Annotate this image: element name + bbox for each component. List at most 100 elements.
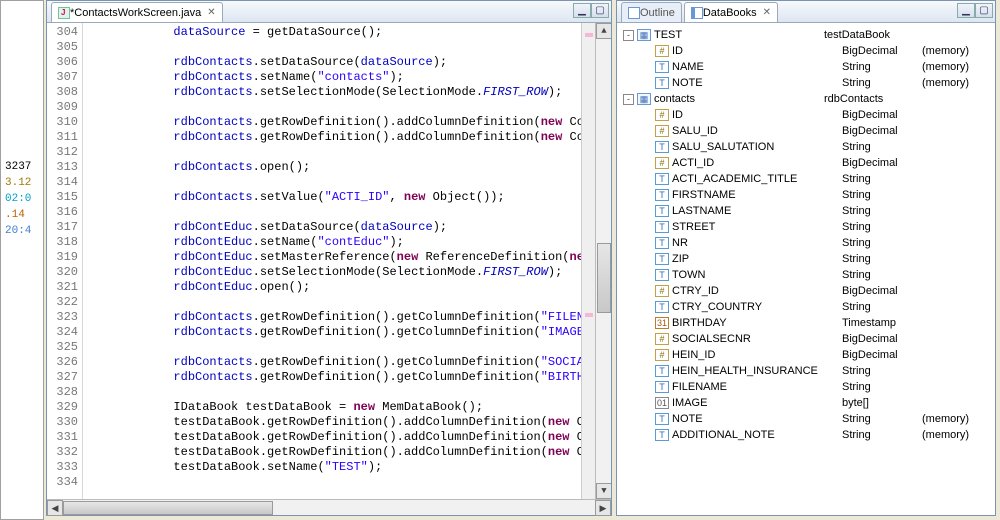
tree-row[interactable]: THEIN_HEALTH_INSURANCEString [619, 363, 993, 379]
tree-row[interactable]: TTOWNString [619, 267, 993, 283]
editor-tabbar: *ContactsWorkScreen.java ✕ ▁ ▢ [47, 1, 611, 23]
tree-item-type: BigDecimal [842, 45, 922, 57]
overview-marker[interactable] [585, 33, 593, 37]
tree-row[interactable]: TCTRY_COUNTRYString [619, 299, 993, 315]
tree-item-type: String [842, 237, 922, 249]
tree-item-type: testDataBook [824, 29, 904, 41]
maximize-view-button[interactable]: ▢ [975, 3, 993, 18]
tree-item-type: BigDecimal [842, 349, 922, 361]
tree-row[interactable]: TNOTEString(memory) [619, 411, 993, 427]
tree-row[interactable]: #SOCIALSECNRBigDecimal [619, 331, 993, 347]
minimize-view-button[interactable]: ▁ [957, 3, 975, 18]
tree-item-name: TEST [654, 29, 824, 41]
scroll-right-arrow[interactable]: ▶ [595, 500, 611, 516]
tree-item-name: HEIN_ID [672, 349, 842, 361]
gutter-text: 20:4 [5, 225, 31, 237]
tree-item-name: SALU_SALUTATION [672, 141, 842, 153]
scroll-down-arrow[interactable]: ▼ [596, 483, 611, 499]
tree-item-type: byte[] [842, 397, 922, 409]
editor-tab-contactsworkscreen[interactable]: *ContactsWorkScreen.java ✕ [51, 2, 223, 22]
tree-item-type: Timestamp [842, 317, 922, 329]
tree-item-name: HEIN_HEALTH_INSURANCE [672, 365, 842, 377]
close-icon[interactable]: ✕ [207, 7, 215, 18]
tree-row[interactable]: TACTI_ACADEMIC_TITLEString [619, 171, 993, 187]
tree-row[interactable]: -▦contactsrdbContacts [619, 91, 993, 107]
tree-item-name: ACTI_ID [672, 157, 842, 169]
overview-marker[interactable] [585, 313, 593, 317]
outline-icon [628, 7, 640, 19]
vertical-scrollbar[interactable]: ▲ ▼ [595, 23, 611, 499]
tree-row[interactable]: TZIPString [619, 251, 993, 267]
num-type-icon: # [655, 125, 669, 137]
tab-outline[interactable]: Outline [621, 2, 682, 22]
overview-ruler[interactable] [581, 23, 595, 499]
tree-row[interactable]: TFILENAMEString [619, 379, 993, 395]
tree-row[interactable]: #CTRY_IDBigDecimal [619, 283, 993, 299]
txt-type-icon: T [655, 205, 669, 217]
databook-icon: ▦ [637, 29, 651, 41]
tree-row[interactable]: TSTREETString [619, 219, 993, 235]
bin-type-icon: 01 [655, 397, 669, 409]
tree-row[interactable]: TADDITIONAL_NOTEString(memory) [619, 427, 993, 443]
txt-type-icon: T [655, 365, 669, 377]
tree-expander[interactable]: - [623, 94, 634, 105]
txt-type-icon: T [655, 189, 669, 201]
tree-item-type: String [842, 413, 922, 425]
tree-item-type: String [842, 141, 922, 153]
tree-expander[interactable]: - [623, 30, 634, 41]
databooks-tree[interactable]: -▦TESTtestDataBook#IDBigDecimal(memory)T… [617, 23, 995, 515]
tree-row[interactable]: #IDBigDecimal(memory) [619, 43, 993, 59]
tree-item-type: String [842, 365, 922, 377]
tree-item-name: NR [672, 237, 842, 249]
tree-item-name: NOTE [672, 413, 842, 425]
tree-item-type: BigDecimal [842, 285, 922, 297]
tree-item-name: NAME [672, 61, 842, 73]
tree-item-name: LASTNAME [672, 205, 842, 217]
tree-row[interactable]: TFIRSTNAMEString [619, 187, 993, 203]
tree-item-name: ID [672, 109, 842, 121]
tree-item-type: String [842, 189, 922, 201]
tree-item-name: CTRY_COUNTRY [672, 301, 842, 313]
tree-item-type: String [842, 221, 922, 233]
tree-row[interactable]: 01IMAGEbyte[] [619, 395, 993, 411]
tree-row[interactable]: TSALU_SALUTATIONString [619, 139, 993, 155]
tree-item-type: rdbContacts [824, 93, 904, 105]
close-icon[interactable]: ✕ [763, 7, 771, 18]
gutter-text: .14 [5, 209, 25, 221]
tree-row[interactable]: #ACTI_IDBigDecimal [619, 155, 993, 171]
tree-item-type: String [842, 173, 922, 185]
txt-type-icon: T [655, 253, 669, 265]
tree-row[interactable]: #SALU_IDBigDecimal [619, 123, 993, 139]
num-type-icon: # [655, 285, 669, 297]
vertical-scroll-thumb[interactable] [597, 243, 611, 313]
tree-row[interactable]: TLASTNAMEString [619, 203, 993, 219]
tree-row[interactable]: TNOTEString(memory) [619, 75, 993, 91]
tree-item-type: String [842, 77, 922, 89]
tree-item-name: BIRTHDAY [672, 317, 842, 329]
tree-item-type: String [842, 301, 922, 313]
tree-item-memory: (memory) [922, 77, 969, 89]
scroll-left-arrow[interactable]: ◀ [47, 500, 63, 516]
tree-row[interactable]: -▦TESTtestDataBook [619, 27, 993, 43]
tree-row[interactable]: TNRString [619, 235, 993, 251]
tree-row[interactable]: #HEIN_IDBigDecimal [619, 347, 993, 363]
maximize-view-button[interactable]: ▢ [591, 3, 609, 18]
editor-tab-label: *ContactsWorkScreen.java [70, 7, 201, 19]
tab-databooks[interactable]: DataBooks ✕ [684, 2, 778, 22]
minimize-view-button[interactable]: ▁ [573, 3, 591, 18]
tree-item-name: NOTE [672, 77, 842, 89]
scroll-up-arrow[interactable]: ▲ [596, 23, 611, 39]
tree-row[interactable]: 31BIRTHDAYTimestamp [619, 315, 993, 331]
tree-item-name: SALU_ID [672, 125, 842, 137]
tree-row[interactable]: TNAMEString(memory) [619, 59, 993, 75]
left-trim-panel: 3237 3.12 02:0 .14 20:4 [0, 0, 44, 520]
source-editor[interactable]: dataSource = getDataSource(); rdbContact… [83, 23, 581, 499]
tree-item-type: BigDecimal [842, 333, 922, 345]
txt-type-icon: T [655, 61, 669, 73]
horizontal-scrollbar[interactable]: ◀ ▶ [47, 499, 611, 515]
horizontal-scroll-thumb[interactable] [63, 501, 273, 515]
tree-row[interactable]: #IDBigDecimal [619, 107, 993, 123]
line-number-ruler[interactable]: 3043053063073083093103113123133143153163… [47, 23, 83, 499]
tree-item-memory: (memory) [922, 45, 969, 57]
gutter-text: 3237 [5, 161, 31, 173]
